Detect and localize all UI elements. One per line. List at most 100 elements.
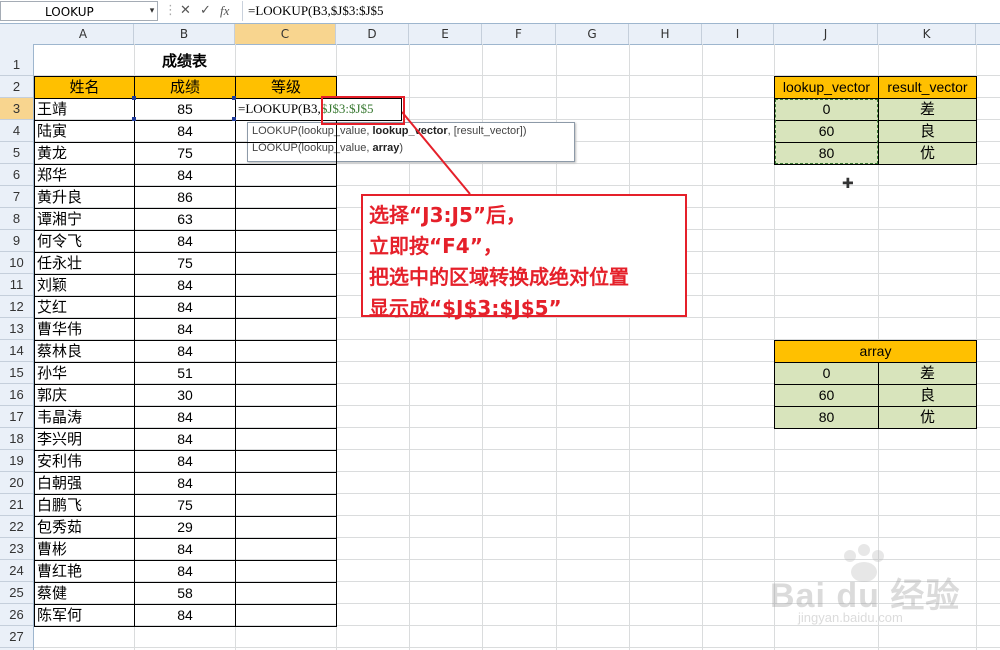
result-value-cell[interactable]: 良 [878, 120, 977, 143]
table-row-score[interactable]: 58 [134, 582, 236, 605]
table-row-grade[interactable] [235, 450, 337, 473]
array-result-cell[interactable]: 优 [878, 406, 977, 429]
table-row-grade[interactable] [235, 296, 337, 319]
table-row-score[interactable]: 84 [134, 472, 236, 495]
table-row-name[interactable]: 艾红 [34, 296, 135, 319]
table-row-score[interactable]: 84 [134, 538, 236, 561]
table-row-name[interactable]: 陆寅 [34, 120, 135, 143]
table-row-name[interactable]: 安利伟 [34, 450, 135, 473]
table-row-score[interactable]: 51 [134, 362, 236, 385]
table-row-score[interactable]: 84 [134, 318, 236, 341]
callout-line-3: 把选中的区域转换成绝对位置 [369, 265, 629, 289]
array-value-cell[interactable]: 60 [774, 384, 879, 407]
table-row-score[interactable]: 29 [134, 516, 236, 539]
table-row-name[interactable]: 王靖 [34, 98, 135, 121]
table-row-name[interactable]: 郑华 [34, 164, 135, 187]
header-name[interactable]: 姓名 [34, 76, 135, 99]
table-row-name[interactable]: 刘颖 [34, 274, 135, 297]
array-result-cell[interactable]: 良 [878, 384, 977, 407]
table-row-score[interactable]: 75 [134, 252, 236, 275]
range-handle-icon[interactable] [232, 117, 236, 121]
reference-highlight-box [321, 96, 405, 125]
table-row-name[interactable]: 白鹏飞 [34, 494, 135, 517]
table-row-name[interactable]: 何令飞 [34, 230, 135, 253]
table-row-name[interactable]: 谭湘宁 [34, 208, 135, 231]
table-row-score[interactable]: 84 [134, 164, 236, 187]
copy-selection-marquee [775, 99, 878, 164]
table-row-score[interactable]: 84 [134, 340, 236, 363]
watermark-url: jingyan.baidu.com [798, 610, 903, 625]
table-row-grade[interactable] [235, 604, 337, 627]
table-row-score[interactable]: 84 [134, 428, 236, 451]
table-row-score[interactable]: 75 [134, 142, 236, 165]
table-row-score[interactable]: 30 [134, 384, 236, 407]
table-row-grade[interactable] [235, 384, 337, 407]
table-row-name[interactable]: 蔡林良 [34, 340, 135, 363]
range-handle-icon[interactable] [232, 96, 236, 100]
table-row-grade[interactable] [235, 428, 337, 451]
table-row-grade[interactable] [235, 208, 337, 231]
table-row-grade[interactable] [235, 142, 337, 165]
table-row-grade[interactable] [235, 230, 337, 253]
table-row-score[interactable]: 75 [134, 494, 236, 517]
table-row-name[interactable]: 李兴明 [34, 428, 135, 451]
table-row-name[interactable]: 韦晶涛 [34, 406, 135, 429]
result-value-cell[interactable]: 差 [878, 98, 977, 121]
range-handle-icon[interactable] [132, 96, 136, 100]
table-row-name[interactable]: 黄升良 [34, 186, 135, 209]
callout-line-2: 立即按“F4”， [369, 234, 503, 258]
table-row-score[interactable]: 86 [134, 186, 236, 209]
table-row-grade[interactable] [235, 362, 337, 385]
table-row-score[interactable]: 84 [134, 120, 236, 143]
header-score[interactable]: 成绩 [134, 76, 236, 99]
baidu-watermark: Bai du 经验 jingyan.baidu.com [770, 544, 970, 628]
table-row-score[interactable]: 85 [134, 98, 236, 121]
array-value-cell[interactable]: 80 [774, 406, 879, 429]
table-row-name[interactable]: 包秀茹 [34, 516, 135, 539]
table-row-name[interactable]: 白朝强 [34, 472, 135, 495]
lookup-vector-header[interactable]: lookup_vector [774, 76, 879, 99]
table-row-score[interactable]: 63 [134, 208, 236, 231]
table-row-name[interactable]: 孙华 [34, 362, 135, 385]
table-row-grade[interactable] [235, 274, 337, 297]
table-row-grade[interactable] [235, 538, 337, 561]
cell-cursor-icon: ✚ [842, 176, 854, 192]
callout-pointer-line [401, 111, 471, 195]
table-row-grade[interactable] [235, 164, 337, 187]
array-header[interactable]: array [774, 340, 977, 363]
instruction-callout: 选择“J3:J5”后， 立即按“F4”， 把选中的区域转换成绝对位置 显示成“$… [361, 194, 687, 320]
table-row-name[interactable]: 曹红艳 [34, 560, 135, 583]
table-row-name[interactable]: 蔡健 [34, 582, 135, 605]
array-value-cell[interactable]: 0 [774, 362, 879, 385]
table-row-score[interactable]: 84 [134, 560, 236, 583]
result-value-cell[interactable]: 优 [878, 142, 977, 165]
range-handle-icon[interactable] [132, 117, 136, 121]
table-row-grade[interactable] [235, 472, 337, 495]
table-row-grade[interactable] [235, 318, 337, 341]
edit-formula-prefix: =LOOKUP(B3, [238, 101, 321, 116]
table-row-grade[interactable] [235, 494, 337, 517]
table-row-grade[interactable] [235, 186, 337, 209]
table-row-score[interactable]: 84 [134, 406, 236, 429]
callout-line-4: 显示成“$J$3:$J$5” [369, 296, 562, 320]
table-row-grade[interactable] [235, 560, 337, 583]
callout-line-1: 选择“J3:J5”后， [369, 203, 527, 227]
table-row-name[interactable]: 黄龙 [34, 142, 135, 165]
table-row-grade[interactable] [235, 252, 337, 275]
table-row-grade[interactable] [235, 340, 337, 363]
table-row-grade[interactable] [235, 516, 337, 539]
table-row-grade[interactable] [235, 582, 337, 605]
table-row-name[interactable]: 陈军何 [34, 604, 135, 627]
table-row-name[interactable]: 曹彬 [34, 538, 135, 561]
table-row-name[interactable]: 曹华伟 [34, 318, 135, 341]
table-row-grade[interactable] [235, 406, 337, 429]
table-row-score[interactable]: 84 [134, 296, 236, 319]
result-vector-header[interactable]: result_vector [878, 76, 977, 99]
array-result-cell[interactable]: 差 [878, 362, 977, 385]
table-row-score[interactable]: 84 [134, 274, 236, 297]
table-row-name[interactable]: 郭庆 [34, 384, 135, 407]
table-row-score[interactable]: 84 [134, 450, 236, 473]
table-row-score[interactable]: 84 [134, 604, 236, 627]
table-row-name[interactable]: 任永壮 [34, 252, 135, 275]
table-row-score[interactable]: 84 [134, 230, 236, 253]
